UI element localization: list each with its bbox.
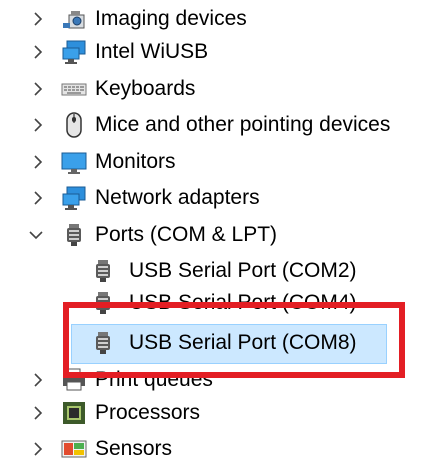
tree-item-label: USB Serial Port (COM8) xyxy=(129,331,357,354)
device-tree: Imaging devices Intel WiUSB Keyboards Mi… xyxy=(0,0,439,467)
tree-item-usb-serial-com2[interactable]: USB Serial Port (COM2) xyxy=(0,255,439,287)
monitor-network-icon xyxy=(61,39,87,65)
tree-item-label: Monitors xyxy=(95,150,176,173)
chevron-right-icon[interactable] xyxy=(29,43,47,61)
tree-item-intel-wiusb[interactable]: Intel WiUSB xyxy=(0,36,439,68)
sensor-icon xyxy=(61,436,87,462)
tree-item-label: USB Serial Port (COM4) xyxy=(129,291,357,314)
chevron-right-icon[interactable] xyxy=(29,116,47,134)
tree-item-label: Keyboards xyxy=(95,77,196,100)
chevron-right-icon[interactable] xyxy=(29,440,47,458)
tree-item-label: Network adapters xyxy=(95,186,260,209)
tree-item-label: Sensors xyxy=(95,437,173,460)
chevron-right-icon[interactable] xyxy=(29,404,47,422)
port-icon xyxy=(90,290,116,316)
printer-icon xyxy=(61,367,87,393)
tree-item-label: Mice and other pointing devices xyxy=(95,113,391,136)
network-adapter-icon xyxy=(61,185,87,211)
tree-item-imaging-devices[interactable]: Imaging devices xyxy=(0,3,439,35)
tree-item-usb-serial-com4[interactable]: USB Serial Port (COM4) xyxy=(0,287,439,319)
port-icon xyxy=(61,222,87,248)
keyboard-icon xyxy=(61,76,87,102)
port-icon xyxy=(90,330,116,356)
monitor-icon xyxy=(61,149,87,175)
tree-item-sensors[interactable]: Sensors xyxy=(0,433,439,465)
chevron-right-icon[interactable] xyxy=(29,10,47,28)
chevron-down-icon[interactable] xyxy=(27,226,45,244)
tree-item-monitors[interactable]: Monitors xyxy=(0,146,439,178)
tree-item-label: USB Serial Port (COM2) xyxy=(129,259,357,282)
processor-icon xyxy=(61,400,87,426)
port-icon xyxy=(90,258,116,284)
tree-item-ports[interactable]: Ports (COM & LPT) xyxy=(0,219,439,251)
tree-item-processors[interactable]: Processors xyxy=(0,397,439,429)
chevron-right-icon[interactable] xyxy=(29,371,47,389)
tree-item-keyboards[interactable]: Keyboards xyxy=(0,73,439,105)
camera-icon xyxy=(61,6,87,32)
tree-item-mice[interactable]: Mice and other pointing devices xyxy=(0,109,439,141)
chevron-right-icon[interactable] xyxy=(29,80,47,98)
tree-item-label: Intel WiUSB xyxy=(95,40,209,63)
tree-item-label: Imaging devices xyxy=(95,7,247,30)
tree-item-print-queues[interactable]: Print queues xyxy=(0,364,439,396)
chevron-right-icon[interactable] xyxy=(29,189,47,207)
mouse-icon xyxy=(61,112,87,138)
tree-item-label: Print queues xyxy=(95,368,213,391)
tree-item-network-adapters[interactable]: Network adapters xyxy=(0,182,439,214)
tree-item-label: Processors xyxy=(95,401,201,424)
chevron-right-icon[interactable] xyxy=(29,153,47,171)
tree-item-label: Ports (COM & LPT) xyxy=(95,223,278,246)
tree-item-usb-serial-com8[interactable]: USB Serial Port (COM8) xyxy=(0,327,439,359)
